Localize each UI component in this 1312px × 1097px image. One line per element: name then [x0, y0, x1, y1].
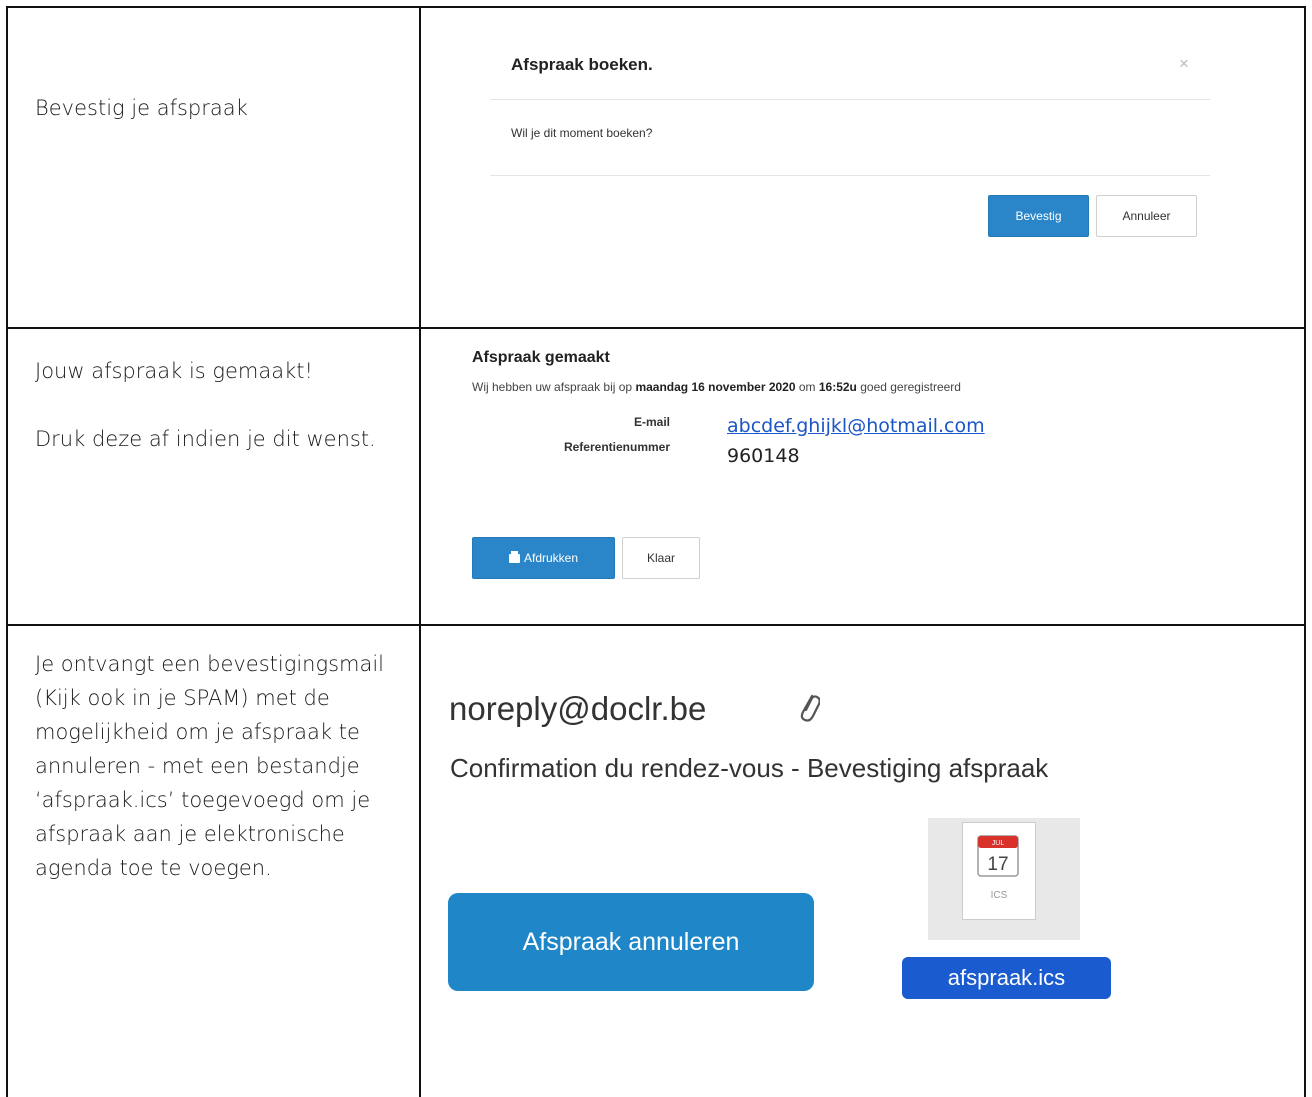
- close-icon[interactable]: ×: [1179, 54, 1189, 74]
- email-subject: Confirmation du rendez-vous - Bevestigin…: [450, 753, 1049, 783]
- modal-question: Wil je dit moment boeken?: [511, 126, 653, 140]
- paperclip-icon: [800, 694, 820, 722]
- cancel-appointment-button[interactable]: Afspraak annuleren: [448, 893, 814, 991]
- row-divider-2: [6, 624, 1306, 626]
- instruction-made: Jouw afspraak is gemaakt! Druk deze af i…: [35, 354, 400, 456]
- attachment-filename[interactable]: afspraak.ics: [902, 957, 1111, 999]
- instruction-text: Bevestig je afspraak: [35, 96, 248, 120]
- instruction-email: Je ontvangt een bevestigingsmail (Kijk o…: [35, 647, 400, 885]
- reference-number: 960148: [727, 445, 800, 467]
- instruction-confirm: Bevestig je afspraak: [35, 91, 400, 125]
- confirmation-text: Wij hebben uw afspraak bij op maandag 16…: [472, 380, 961, 394]
- file-type-label: ICS: [990, 890, 1008, 901]
- print-button[interactable]: Afdrukken: [472, 537, 615, 579]
- text-part: om: [795, 380, 819, 394]
- confirm-button[interactable]: Bevestig: [988, 195, 1089, 237]
- cancel-button[interactable]: Annuleer: [1096, 195, 1197, 237]
- print-label: Afdrukken: [523, 551, 579, 565]
- calendar-icon: JUL 17: [977, 835, 1019, 877]
- email-sender: noreply@doclr.be: [449, 690, 707, 727]
- calendar-month: JUL: [992, 840, 1005, 847]
- column-divider: [419, 6, 421, 1097]
- modal-divider: [490, 175, 1210, 176]
- appointment-time: 16:52u: [818, 380, 857, 394]
- modal-divider: [490, 99, 1210, 100]
- instruction-text: Druk deze af indien je dit wenst.: [35, 427, 376, 451]
- confirmation-title: Afspraak gemaakt: [472, 349, 610, 366]
- row-divider-1: [6, 327, 1306, 329]
- instruction-text: Je ontvangt een bevestigingsmail (Kijk o…: [35, 652, 385, 880]
- instruction-text: Jouw afspraak is gemaakt!: [35, 359, 313, 383]
- appointment-date: maandag 16 november 2020: [635, 380, 796, 394]
- reference-label: Referentienummer: [563, 440, 670, 454]
- text-part: goed geregistreerd: [856, 380, 961, 394]
- email-link[interactable]: abcdef.ghijkl@hotmail.com: [727, 415, 985, 437]
- done-button[interactable]: Klaar: [622, 537, 700, 579]
- printer-icon: [508, 550, 520, 563]
- modal-title: Afspraak boeken.: [511, 55, 653, 74]
- text-part: Wij hebben uw afspraak bij op: [472, 380, 636, 394]
- calendar-day: 17: [987, 854, 1008, 875]
- email-label: E-mail: [633, 415, 670, 429]
